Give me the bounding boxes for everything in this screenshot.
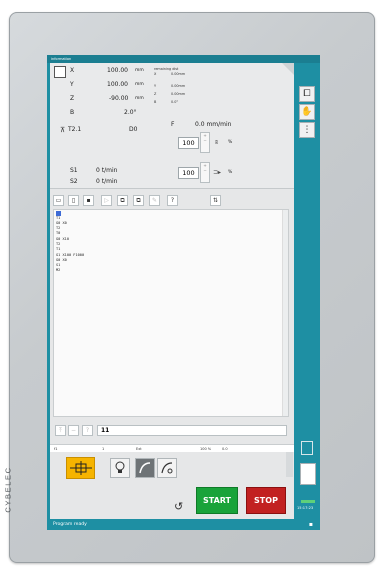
spindle-2-label: S2: [70, 178, 78, 185]
feed-override-input[interactable]: 100: [178, 137, 199, 149]
more-options-icon[interactable]: ⋮: [299, 122, 315, 138]
start-button[interactable]: START: [196, 487, 238, 514]
secondary-y-value: 0.00mm: [171, 84, 186, 88]
goto-prev-icon[interactable]: −: [68, 425, 79, 436]
spindle-override-unit: %: [228, 170, 233, 175]
tool-label: T2.1: [68, 126, 82, 133]
curve-icon: [139, 462, 151, 474]
axis-x-label: X: [70, 67, 75, 74]
window-mode-icon[interactable]: ⧠: [299, 86, 315, 102]
axis-y-label: Y: [70, 81, 74, 88]
brand-logo: CYBELEC: [4, 455, 27, 535]
spindle-1-value: 0 t/min: [96, 167, 118, 174]
axis-panel: X 100.00 mm Y 100.00 mm Z -90.00 mm B 2.…: [50, 63, 294, 189]
axis-b-label: B: [70, 109, 75, 116]
workpiece-origin-button[interactable]: [66, 457, 95, 479]
status-bar: Program ready ▪: [47, 519, 320, 530]
connection-status-icon: [301, 500, 315, 503]
spindle-override-icon: ⊐▸: [213, 169, 222, 176]
curve-setup-button[interactable]: [157, 458, 177, 478]
status-message: Program ready: [53, 522, 87, 527]
lamp-button[interactable]: [110, 458, 130, 478]
curve-settings-icon: [161, 462, 173, 474]
secondary-y-label: Y: [154, 84, 157, 88]
hmi-screen: information X 100.00 mm Y 100.00 mm Z -9…: [47, 55, 320, 530]
edit-icon[interactable]: ✎: [149, 195, 160, 206]
sort-icon[interactable]: ⇅: [210, 195, 221, 206]
copy-icon[interactable]: ⧉: [117, 195, 128, 206]
program-lines: T1 G0 X0 T2 T0 G0 X10 T2 T1 G1 X100 F100…: [56, 211, 286, 274]
window-title: information: [47, 55, 320, 63]
brand-text: CYBELEC: [3, 466, 13, 513]
axis-z-value: -90.00: [109, 95, 129, 102]
origin-icon: [69, 461, 92, 475]
open-folder-icon[interactable]: ▭: [53, 195, 64, 206]
feed-label: F: [171, 121, 175, 128]
right-sidebar: ⧠ ✋ ⋮ 15:17:23: [296, 63, 320, 519]
corner-fold: [282, 63, 294, 75]
tool-offset: D0: [129, 126, 138, 133]
secondary-x-value: 0.00mm: [171, 72, 186, 76]
spindle-2-value: 0 t/min: [96, 178, 118, 185]
run-from-icon[interactable]: ▷: [101, 195, 112, 206]
feed-override-stepper[interactable]: + −: [200, 132, 210, 153]
document-icon[interactable]: [301, 441, 313, 455]
axis-z-label: Z: [70, 95, 75, 102]
curve-tool-button[interactable]: [135, 458, 155, 478]
program-toolbar: ▭ ▯ ▪ ▷ ⧉ ⧉ ✎ ? ⇅: [50, 194, 294, 208]
save-icon[interactable]: ▪: [83, 195, 94, 206]
axis-y-unit: mm: [135, 82, 144, 87]
lock-icon: ▪: [308, 521, 313, 528]
new-file-icon[interactable]: ▯: [68, 195, 79, 206]
function-panel-scrollbar[interactable]: [286, 452, 293, 477]
spindle-1-label: S1: [70, 167, 78, 174]
status-time: 15:17:23: [297, 506, 314, 510]
tool-icon: ⊼: [60, 126, 66, 134]
program-list-icon[interactable]: [300, 463, 316, 485]
goto-first-icon[interactable]: ⤒: [55, 425, 66, 436]
lightbulb-icon: [115, 461, 125, 473]
goto-bar: ⤒ − ? 11: [53, 424, 289, 438]
secondary-axes-header: remaining dist: [154, 67, 179, 71]
secondary-b-value: 0.0°: [171, 100, 179, 104]
secondary-z-label: Z: [154, 92, 157, 96]
secondary-x-label: X: [154, 72, 157, 76]
feed-override-unit: %: [228, 140, 233, 145]
feed-override-icon: ʬ: [215, 139, 219, 146]
main-panel: X 100.00 mm Y 100.00 mm Z -90.00 mm B 2.…: [50, 63, 294, 519]
secondary-z-value: 0.00mm: [171, 92, 186, 96]
axis-x-unit: mm: [135, 68, 144, 73]
spindle-override-input[interactable]: 100: [178, 167, 199, 179]
axis-y-value: 100.00: [107, 81, 128, 88]
machine-icon: [54, 66, 66, 78]
program-line: M2: [56, 268, 61, 273]
axis-z-unit: mm: [135, 96, 144, 101]
feed-value: 0.0 mm/min: [195, 121, 232, 128]
stop-button[interactable]: STOP: [246, 487, 286, 514]
secondary-b-label: B: [154, 100, 157, 104]
help-icon[interactable]: ?: [167, 195, 178, 206]
axis-b-value: 2.0°: [124, 109, 137, 116]
axis-x-value: 100.00: [107, 67, 128, 74]
undo-icon[interactable]: ↺: [174, 500, 183, 513]
hand-jog-icon[interactable]: ✋: [299, 104, 315, 120]
paste-icon[interactable]: ⧉: [133, 195, 144, 206]
goto-search-icon[interactable]: ?: [82, 425, 93, 436]
spindle-override-stepper[interactable]: + −: [200, 162, 210, 183]
goto-line-input[interactable]: 11: [97, 425, 287, 436]
